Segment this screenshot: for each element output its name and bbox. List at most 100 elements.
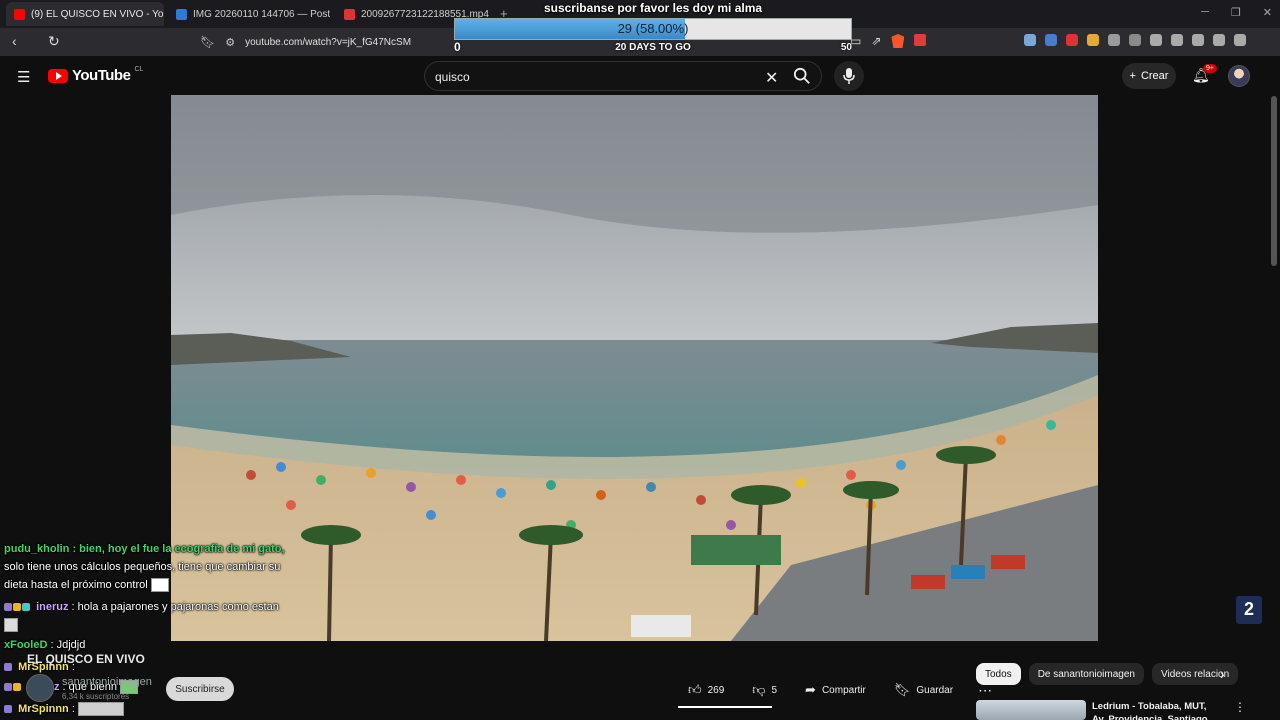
chat-username: MrSpinnn xyxy=(18,703,69,715)
search-icon[interactable] xyxy=(793,67,811,85)
maximize-icon[interactable]: ❐ xyxy=(1231,6,1241,19)
chat-message: pudu_kholin : bien, hoy el fue la ecogra… xyxy=(4,540,285,558)
chat-text: : Jdjdjd xyxy=(47,639,86,651)
tab-title: IMG 20260110 144706 — Postimages xyxy=(193,8,330,20)
search-box: ✕ xyxy=(424,61,822,91)
menu-icon[interactable]: ☰ xyxy=(17,68,30,86)
window-controls: ─ ❐ ✕ xyxy=(1201,6,1272,19)
badge-icon xyxy=(22,603,30,612)
page-scrollbar[interactable] xyxy=(1271,96,1277,266)
recommended-video-title[interactable]: Ledrium - Tobalaba, MUT, Av. Providencia… xyxy=(1092,700,1220,720)
video-frame-beach-scene xyxy=(171,95,1098,641)
site-info-icon[interactable]: ⚙︎ xyxy=(225,36,235,49)
youtube-wordmark: YouTube xyxy=(72,67,131,84)
badge-icon xyxy=(4,683,12,692)
chevron-right-icon[interactable]: › xyxy=(1220,666,1225,682)
share-icon[interactable]: ⇗ xyxy=(871,34,881,48)
like-button[interactable]: 👍︎ 269 xyxy=(678,676,734,704)
puzzle-icon[interactable] xyxy=(1108,34,1120,46)
chip-related[interactable]: Videos relacion xyxy=(1151,663,1239,685)
clear-search-icon[interactable]: ✕ xyxy=(765,68,778,88)
back-arrow-icon[interactable]: ‹ xyxy=(12,33,17,49)
brave-rewards-icon[interactable] xyxy=(914,34,927,46)
youtube-masthead: ☰ YouTube CL ✕ + Crear 🔔︎ 9+ xyxy=(0,56,1280,96)
share-label: Compartir xyxy=(821,684,866,696)
badge-icon xyxy=(4,663,12,672)
more-options-icon[interactable]: ⋮ xyxy=(1234,700,1246,714)
record-icon[interactable] xyxy=(1066,34,1078,46)
create-button[interactable]: + Crear xyxy=(1122,63,1176,89)
bookmark-icon[interactable]: 🔖︎ xyxy=(200,35,215,49)
goal-max-label: 50 xyxy=(840,42,852,53)
dislike-button[interactable]: 👎︎ 5 xyxy=(742,676,787,704)
goal-title: suscribanse por favor les doy mi alma xyxy=(543,1,763,15)
chat-text: : xyxy=(68,703,78,715)
close-window-icon[interactable]: ✕ xyxy=(1263,6,1272,19)
music-icon[interactable] xyxy=(1150,34,1162,46)
video-player[interactable] xyxy=(171,95,1098,641)
channel-name[interactable]: sanantonioimagen xyxy=(62,676,152,688)
screen: (9) EL QUISCO EN VIVO - YouTube ✕ IMG 20… xyxy=(0,0,1280,720)
goal-progress-bar: 29 (58.00%) xyxy=(454,18,852,40)
chip-from-channel[interactable]: De sanantonioimagen xyxy=(1028,663,1144,685)
translate-icon[interactable] xyxy=(1024,34,1036,46)
chat-username: xFooleD xyxy=(4,639,48,651)
subscribe-button[interactable]: Suscribirse xyxy=(166,677,234,701)
bookmark-icon: 🔖︎ xyxy=(893,682,911,697)
chat-message: ineruz : hola a pajarones y pajaronas co… xyxy=(4,598,279,616)
emote-icon xyxy=(150,578,169,593)
chat-message-continued: solo tiene unos cálculos pequeños, tiene… xyxy=(4,561,281,573)
tab-title: (9) EL QUISCO EN VIVO - YouTube xyxy=(31,8,164,20)
video-favicon-icon xyxy=(344,8,355,20)
chat-message: MrSpinnn : xyxy=(4,700,124,718)
chat-message-continued: dieta hasta el próximo control xyxy=(4,576,169,594)
plus-icon: + xyxy=(1129,70,1136,82)
chat-badges xyxy=(4,663,12,672)
emote-icon xyxy=(77,702,124,717)
save-button[interactable]: 🔖︎ Guardar xyxy=(884,676,963,704)
wifi-icon[interactable] xyxy=(1045,34,1057,46)
tab-youtube[interactable]: (9) EL QUISCO EN VIVO - YouTube ✕ xyxy=(6,2,164,26)
youtube-favicon-icon xyxy=(14,8,25,20)
search-input[interactable] xyxy=(435,70,735,84)
like-bar xyxy=(678,706,772,708)
recommendation-chips: Todos De sanantonioimagen Videos relacio… xyxy=(976,663,1239,685)
settings-icon[interactable] xyxy=(1234,34,1246,46)
reload-icon[interactable]: ↻ xyxy=(48,33,60,50)
share-button[interactable]: ➦ Compartir xyxy=(795,676,876,704)
video-actions: 👍︎ 269 👎︎ 5 ➦ Compartir 🔖︎ Guardar ⋯ xyxy=(678,676,999,704)
badge-icon xyxy=(4,603,12,612)
wallet-icon[interactable] xyxy=(1192,34,1204,46)
chat-badges xyxy=(4,603,30,612)
youtube-logo[interactable]: YouTube CL xyxy=(48,66,143,84)
subscriber-count: 6,34 k suscriptores xyxy=(62,692,130,701)
chat-badges xyxy=(4,705,12,714)
extension-icon[interactable] xyxy=(1087,34,1099,46)
leo-ai-icon[interactable] xyxy=(1213,34,1225,46)
notification-count-badge: 9+ xyxy=(1203,64,1217,73)
url-text: youtube.com/watch?v=jK_fG47NcSM xyxy=(245,36,412,48)
channel-avatar[interactable] xyxy=(26,674,54,702)
chat-message-continued xyxy=(4,616,18,634)
thumbs-down-icon: 👎︎ xyxy=(752,682,766,697)
dislike-count: 5 xyxy=(771,684,778,696)
badge-icon xyxy=(13,603,21,612)
cat-emote-icon xyxy=(4,618,18,633)
goal-progress-text: 29 (58.00%) xyxy=(617,21,689,36)
screenshot-icon[interactable] xyxy=(1129,34,1141,46)
video-title: EL QUISCO EN VIVO xyxy=(27,652,145,666)
sidebar-icon[interactable] xyxy=(1171,34,1183,46)
recommended-video-thumbnail[interactable] xyxy=(976,700,1086,720)
microphone-icon xyxy=(843,68,855,84)
chat-username: pudu_kholin : bien, hoy el fue la ecogra… xyxy=(4,543,285,555)
minimize-icon[interactable]: ─ xyxy=(1201,6,1209,19)
save-label: Guardar xyxy=(916,684,954,696)
thumbs-up-icon: 👍︎ xyxy=(688,682,702,697)
account-avatar[interactable] xyxy=(1228,65,1250,87)
postimages-favicon-icon xyxy=(176,8,187,20)
voice-search-button[interactable] xyxy=(834,61,864,91)
tab-postimages[interactable]: IMG 20260110 144706 — Postimages xyxy=(168,2,330,26)
chip-all[interactable]: Todos xyxy=(976,663,1021,685)
subscriber-goal-overlay: suscribanse por favor les doy mi alma 29… xyxy=(452,0,854,56)
brave-shield-icon[interactable] xyxy=(891,34,905,48)
